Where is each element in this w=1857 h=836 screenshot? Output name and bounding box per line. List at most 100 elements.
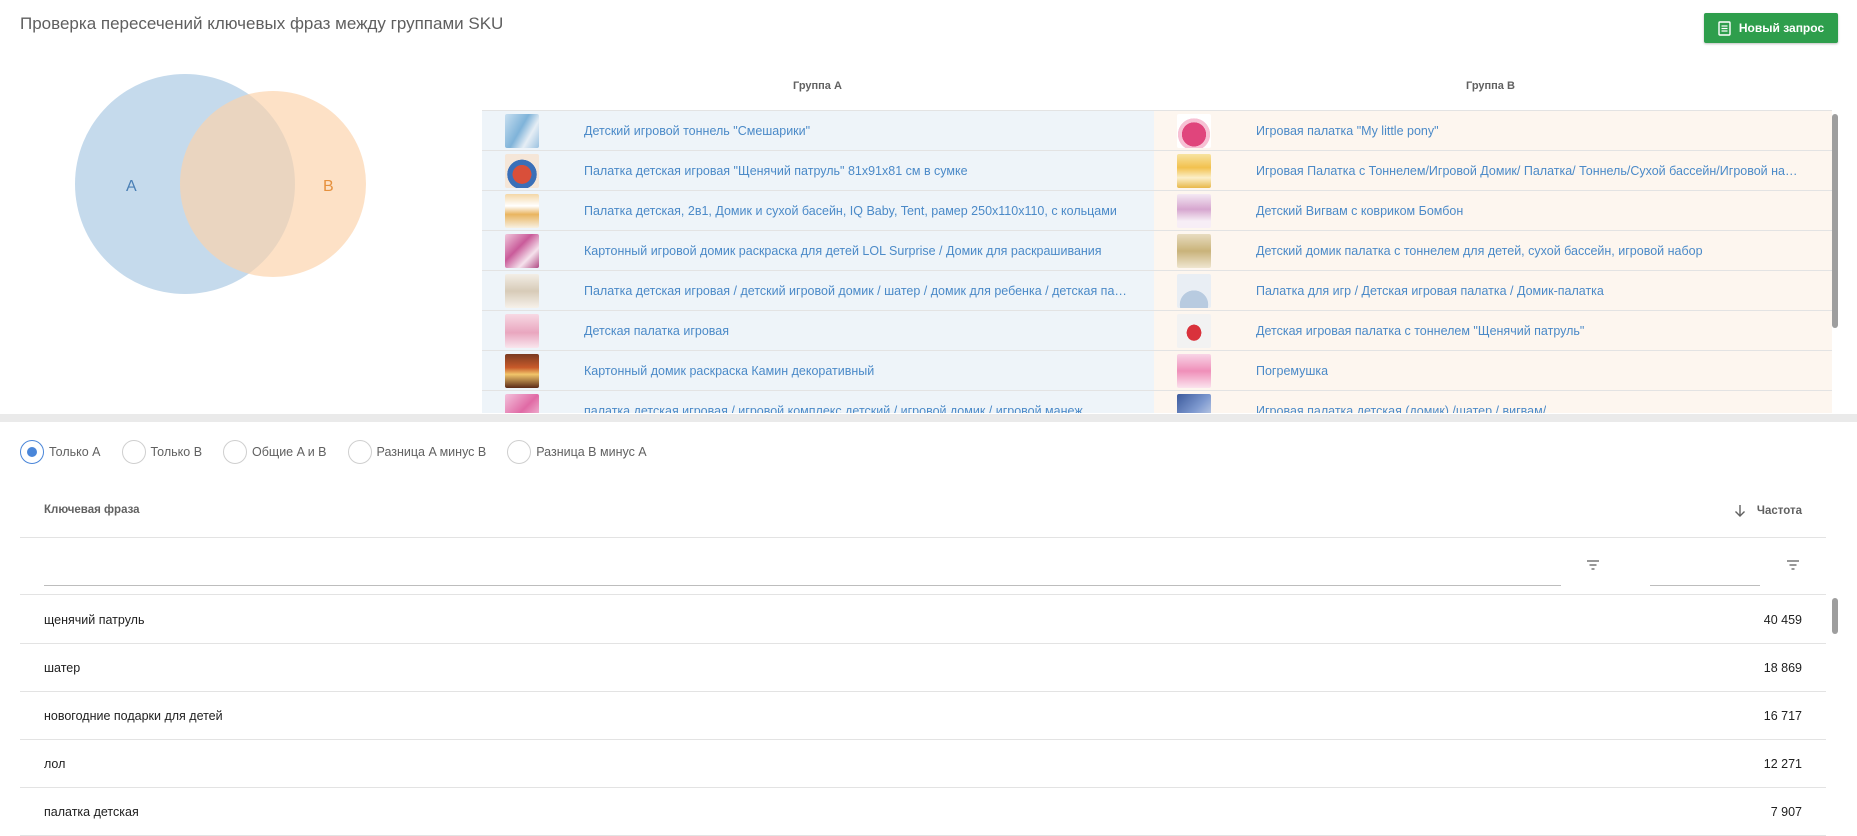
venn-circle-b — [180, 91, 366, 277]
radio-button[interactable] — [507, 440, 532, 464]
product-thumbnail[interactable] — [1177, 393, 1211, 413]
keyword-frequency: 40 459 — [1763, 613, 1802, 627]
product-thumbnail[interactable] — [505, 233, 539, 268]
product-thumbnail[interactable] — [1177, 233, 1211, 268]
filter-radio-group: Только A Только B Общие A и B Разница A … — [20, 440, 668, 464]
product-thumbnail[interactable] — [1177, 353, 1211, 388]
radio-only-b[interactable]: Только B — [121, 440, 202, 464]
product-link[interactable]: Палатка детская, 2в1, Домик и сухой басе… — [584, 204, 1117, 218]
keyword-phrase: щенячий патруль — [44, 613, 145, 627]
radio-only-a[interactable]: Только A — [20, 440, 101, 464]
radio-button[interactable] — [20, 440, 44, 464]
product-thumbnail[interactable] — [505, 113, 539, 148]
group-b-cell: Игровая палатка "My little pony" — [1154, 111, 1832, 150]
sku-row: Картонный игровой домик раскраска для де… — [482, 231, 1832, 271]
product-link[interactable]: Детская палатка игровая — [584, 324, 729, 338]
sku-row: Палатка детская игровая / детский игрово… — [482, 271, 1832, 311]
keyword-table-header: Ключевая фраза Частота — [20, 490, 1826, 538]
new-request-button[interactable]: Новый запрос — [1704, 13, 1838, 43]
sku-row: Детская палатка игровая Детская игровая … — [482, 311, 1832, 351]
product-thumbnail[interactable] — [505, 313, 539, 348]
filter-icon[interactable] — [1785, 557, 1801, 573]
radio-diff-b-a[interactable]: Разница B минус A — [507, 440, 647, 464]
product-link[interactable]: Детский игровой тоннель "Смешарики" — [584, 124, 810, 138]
product-link[interactable]: Палатка детская игровая / детский игрово… — [584, 284, 1129, 298]
page-title: Проверка пересечений ключевых фраз между… — [20, 14, 504, 33]
keyword-table-scrollbar[interactable] — [1832, 598, 1838, 634]
group-b-cell: Игровая Палатка с Тоннелем/Игровой Домик… — [1154, 151, 1832, 190]
sku-row: Палатка детская, 2в1, Домик и сухой басе… — [482, 191, 1832, 231]
product-link[interactable]: Палатка для игр / Детская игровая палатк… — [1256, 284, 1604, 298]
group-b-cell: Погремушка — [1154, 351, 1832, 390]
keyword-frequency: 12 271 — [1763, 757, 1802, 771]
sku-row: палатка детская игровая / игровой компле… — [482, 391, 1832, 413]
keyword-phrase: новогодние подарки для детей — [44, 709, 223, 723]
new-request-label: Новый запрос — [1738, 21, 1825, 35]
keyword-filter-row — [20, 538, 1826, 595]
product-link[interactable]: Погремушка — [1256, 364, 1328, 378]
group-a-cell: Детский игровой тоннель "Смешарики" — [482, 111, 1154, 150]
group-a-header: Группа A — [793, 80, 842, 92]
product-thumbnail[interactable] — [505, 353, 539, 388]
table-row[interactable]: палатка детская 7 907 — [20, 788, 1826, 836]
product-thumbnail[interactable] — [505, 273, 539, 308]
radio-common-a-b[interactable]: Общие A и B — [223, 440, 327, 464]
product-link[interactable]: Детский домик палатка с тоннелем для дет… — [1256, 244, 1703, 258]
product-thumbnail[interactable] — [1177, 313, 1211, 348]
product-link[interactable]: Детский Вигвам с ковриком Бомбон — [1256, 204, 1463, 218]
arrow-down-icon — [1734, 505, 1745, 517]
sku-row: Детский игровой тоннель "Смешарики" Игро… — [482, 111, 1832, 151]
radio-button[interactable] — [121, 440, 146, 464]
product-thumbnail[interactable] — [1177, 113, 1211, 148]
sku-comparison-table: Детский игровой тоннель "Смешарики" Игро… — [482, 110, 1832, 413]
sku-row: Картонный домик раскраска Камин декорати… — [482, 351, 1832, 391]
frequency-label: Частота — [1756, 505, 1802, 517]
product-thumbnail[interactable] — [1177, 273, 1211, 308]
keyword-phrase: лол — [44, 757, 66, 771]
venn-diagram: A B — [75, 74, 366, 294]
group-a-cell: Палатка детская игровая "Щенячий патруль… — [482, 151, 1154, 190]
product-link[interactable]: Картонный домик раскраска Камин декорати… — [584, 364, 874, 378]
sku-table-scrollbar[interactable] — [1832, 114, 1838, 328]
column-header-frequency[interactable]: Частота — [1733, 504, 1802, 518]
product-link[interactable]: Игровая палатка "My little pony" — [1256, 124, 1439, 138]
keyword-table-body: щенячий патруль 40 459 шатер 18 869 ново… — [20, 596, 1826, 836]
radio-label: Разница A минус B — [376, 445, 487, 459]
product-link[interactable]: палатка детская игровая / игровой компле… — [584, 404, 1083, 414]
group-a-cell: Картонный домик раскраска Камин декорати… — [482, 351, 1154, 390]
product-thumbnail[interactable] — [505, 153, 539, 188]
product-thumbnail[interactable] — [1177, 193, 1211, 228]
keyword-phrase: палатка детская — [44, 805, 139, 819]
group-a-cell: Палатка детская игровая / детский игрово… — [482, 271, 1154, 310]
product-link[interactable]: Игровая палатка детская (домик) /шатер /… — [1256, 404, 1546, 414]
radio-button[interactable] — [347, 440, 372, 464]
product-thumbnail[interactable] — [505, 393, 539, 413]
table-row[interactable]: новогодние подарки для детей 16 717 — [20, 692, 1826, 740]
table-row[interactable]: щенячий патруль 40 459 — [20, 596, 1826, 644]
radio-label: Только A — [49, 445, 101, 459]
frequency-filter-input[interactable] — [1650, 558, 1760, 586]
table-row[interactable]: лол 12 271 — [20, 740, 1826, 788]
product-thumbnail[interactable] — [505, 193, 539, 228]
group-a-cell: Палатка детская, 2в1, Домик и сухой басе… — [482, 191, 1154, 230]
filter-icon[interactable] — [1585, 557, 1601, 573]
section-divider — [0, 414, 1857, 422]
keyword-frequency: 18 869 — [1763, 661, 1802, 675]
product-link[interactable]: Детская игровая палатка с тоннелем "Щеня… — [1256, 324, 1584, 338]
keyword-phrase: шатер — [44, 661, 81, 675]
group-b-header: Группа B — [1466, 80, 1515, 92]
column-header-phrase[interactable]: Ключевая фраза — [44, 504, 140, 516]
venn-label-b: B — [323, 178, 334, 195]
phrase-filter-input[interactable] — [44, 558, 1561, 586]
product-link[interactable]: Игровая Палатка с Тоннелем/Игровой Домик… — [1256, 164, 1801, 178]
product-link[interactable]: Палатка детская игровая "Щенячий патруль… — [584, 164, 968, 178]
radio-button[interactable] — [223, 440, 248, 464]
product-link[interactable]: Картонный игровой домик раскраска для де… — [584, 244, 1102, 258]
table-row[interactable]: шатер 18 869 — [20, 644, 1826, 692]
group-b-cell: Детский домик палатка с тоннелем для дет… — [1154, 231, 1832, 270]
product-thumbnail[interactable] — [1177, 153, 1211, 188]
group-b-cell: Детский Вигвам с ковриком Бомбон — [1154, 191, 1832, 230]
radio-diff-a-b[interactable]: Разница A минус B — [347, 440, 487, 464]
venn-label-a: A — [126, 178, 137, 195]
group-a-cell: Детская палатка игровая — [482, 311, 1154, 350]
